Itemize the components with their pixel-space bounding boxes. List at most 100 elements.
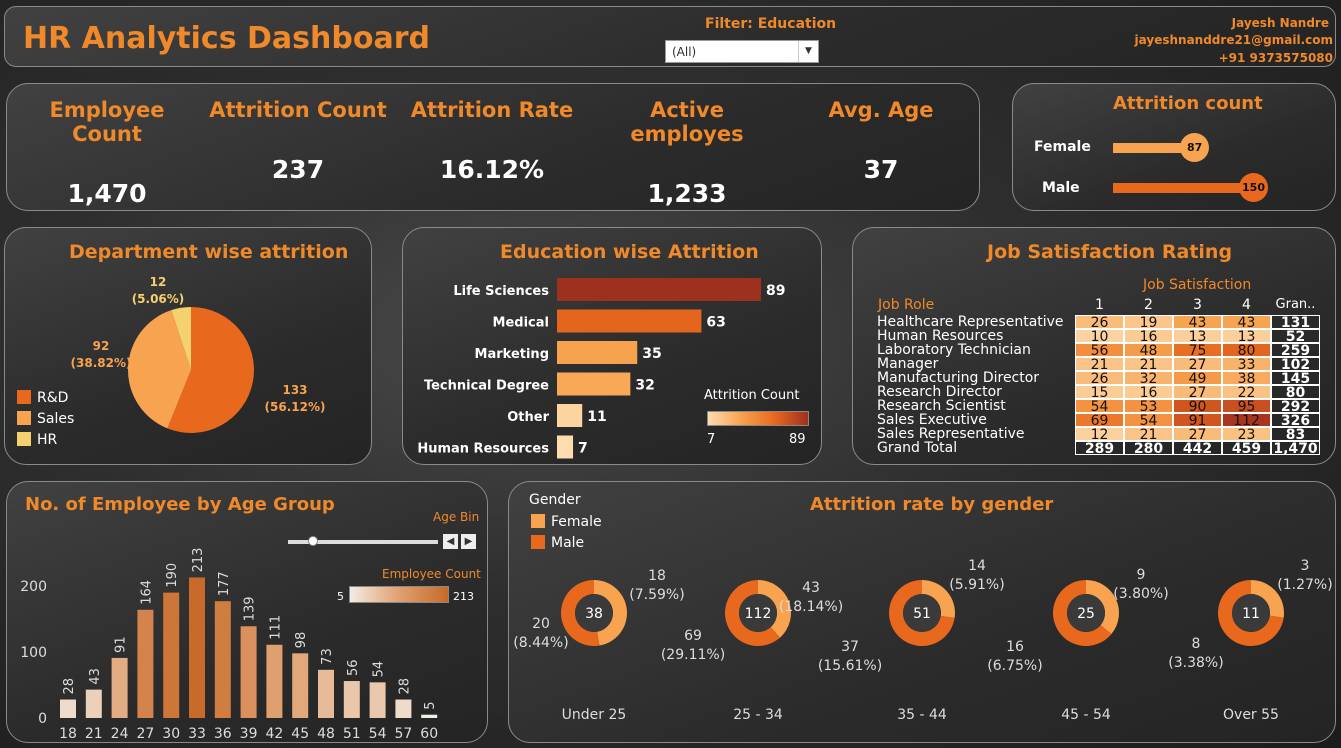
education-bar[interactable] <box>557 309 702 333</box>
table-cell[interactable]: 12 <box>1075 427 1124 442</box>
panel-title: Attrition count <box>1113 93 1263 114</box>
age-bar[interactable] <box>137 609 154 718</box>
table-cell[interactable]: 442 <box>1173 441 1222 456</box>
table-cell[interactable]: 80 <box>1222 343 1271 358</box>
age-bar[interactable] <box>343 681 360 718</box>
table-cell[interactable]: 13 <box>1173 329 1222 344</box>
education-bar[interactable] <box>557 372 631 396</box>
table-total-cell[interactable]: 326 <box>1271 413 1320 428</box>
table-row: Sales Representative 12 21 27 23 83 <box>877 427 1320 442</box>
table-cell[interactable]: 27 <box>1173 427 1222 442</box>
table-cell[interactable]: 16 <box>1124 329 1173 344</box>
age-bar[interactable] <box>292 653 309 718</box>
education-bar[interactable] <box>557 341 638 364</box>
table-cell[interactable]: 90 <box>1173 399 1222 414</box>
age-bar[interactable] <box>266 644 283 718</box>
kpi-attrition-count: Attrition Count 237 <box>207 98 389 184</box>
table-cell[interactable]: 10 <box>1075 329 1124 344</box>
table-cell[interactable]: 48 <box>1124 343 1173 358</box>
age-bar[interactable] <box>85 689 102 718</box>
table-total-cell[interactable]: 292 <box>1271 399 1320 414</box>
table-cell[interactable]: 16 <box>1124 385 1173 400</box>
x-tick-label: 27 <box>136 726 154 742</box>
kpi-label: Attrition Count <box>209 98 387 122</box>
legend-item-hr[interactable]: HR <box>17 432 74 453</box>
table-total-cell[interactable]: 131 <box>1271 315 1320 330</box>
bar-value-label: 54 <box>372 661 387 678</box>
table-cell[interactable]: 91 <box>1173 413 1222 428</box>
table-cell[interactable]: 56 <box>1075 343 1124 358</box>
table-cell[interactable]: 43 <box>1222 315 1271 330</box>
table-cell[interactable]: 54 <box>1124 413 1173 428</box>
age-bar[interactable] <box>189 577 205 718</box>
table-cell[interactable]: 22 <box>1222 385 1271 400</box>
male-lollipop-bar[interactable] <box>1113 183 1253 193</box>
table-total-cell[interactable]: 102 <box>1271 357 1320 372</box>
table-cell[interactable]: 21 <box>1124 427 1173 442</box>
legend-item-rd[interactable]: R&D <box>17 390 74 411</box>
legend-item-sales[interactable]: Sales <box>17 411 74 432</box>
legend-swatch <box>17 411 31 425</box>
row-label: Research Director <box>877 384 1002 400</box>
table-cell[interactable]: 26 <box>1075 315 1124 330</box>
table-cell[interactable]: 53 <box>1124 399 1173 414</box>
education-bar[interactable] <box>557 278 761 301</box>
chevron-down-icon[interactable]: ▼ <box>798 41 818 62</box>
table-total-cell[interactable]: 145 <box>1271 371 1320 386</box>
table-cell[interactable]: 13 <box>1222 329 1271 344</box>
table-cell[interactable]: 75 <box>1173 343 1222 358</box>
x-tick-label: 57 <box>394 726 412 742</box>
table-cell[interactable]: 27 <box>1173 385 1222 400</box>
author-email[interactable]: jayeshnanddre21@gmail.com <box>1135 33 1333 47</box>
table-cell[interactable]: 38 <box>1222 371 1271 386</box>
table-total-cell[interactable]: 259 <box>1271 343 1320 358</box>
table-cell[interactable]: 23 <box>1222 427 1271 442</box>
table-total-cell[interactable]: 1,470 <box>1271 441 1320 456</box>
bar-value-label: 43 <box>88 668 103 685</box>
table-cell[interactable]: 54 <box>1075 399 1124 414</box>
bar-value-label: 28 <box>62 678 77 695</box>
age-bar[interactable] <box>111 657 128 718</box>
table-cell[interactable]: 43 <box>1173 315 1222 330</box>
age-bar[interactable] <box>421 714 438 718</box>
female-pct-label: (18.14%) <box>779 599 843 615</box>
table-cell[interactable]: 112 <box>1222 413 1271 428</box>
age-bar[interactable] <box>369 682 386 718</box>
table-cell[interactable]: 49 <box>1173 371 1222 386</box>
table-total-cell[interactable]: 83 <box>1271 427 1320 442</box>
table-cell[interactable]: 15 <box>1075 385 1124 400</box>
table-cell[interactable]: 21 <box>1124 357 1173 372</box>
slice-pct-label: (38.82%) <box>71 356 132 370</box>
table-total-cell[interactable]: 52 <box>1271 329 1320 344</box>
table-cell[interactable]: 459 <box>1222 441 1271 456</box>
kpi-label: Avg. Age <box>828 98 934 122</box>
age-bar[interactable] <box>214 601 231 718</box>
female-lollipop-head[interactable]: 87 <box>1180 133 1210 162</box>
table-cell[interactable]: 27 <box>1173 357 1222 372</box>
education-bar[interactable] <box>557 404 583 427</box>
kpi-avg-age: Avg. Age 37 <box>807 98 955 184</box>
kpi-employee-count: Employee Count 1,470 <box>15 98 199 208</box>
table-cell[interactable]: 69 <box>1075 413 1124 428</box>
table-total-cell[interactable]: 80 <box>1271 385 1320 400</box>
table-cell[interactable]: 19 <box>1124 315 1173 330</box>
age-bar[interactable] <box>395 699 412 718</box>
education-bar[interactable] <box>557 435 574 459</box>
age-bar[interactable] <box>60 699 76 718</box>
table-cell[interactable]: 21 <box>1075 357 1124 372</box>
age-bar[interactable] <box>163 592 180 718</box>
table-cell[interactable]: 32 <box>1124 371 1173 386</box>
legend-label: HR <box>37 432 58 448</box>
slice-value-label: 92 <box>93 339 110 353</box>
table-cell[interactable]: 33 <box>1222 357 1271 372</box>
age-group-label: 45 - 54 <box>1061 707 1111 723</box>
table-cell[interactable]: 289 <box>1075 441 1124 456</box>
table-cell[interactable]: 95 <box>1222 399 1271 414</box>
table-cell[interactable]: 26 <box>1075 371 1124 386</box>
age-bar[interactable] <box>318 669 334 718</box>
gender-label-female: Female <box>1034 139 1091 155</box>
table-cell[interactable]: 280 <box>1124 441 1173 456</box>
education-filter-dropdown[interactable]: (All) ▼ <box>665 40 819 63</box>
age-bar[interactable] <box>240 626 257 718</box>
male-lollipop-head[interactable]: 150 <box>1239 173 1268 202</box>
